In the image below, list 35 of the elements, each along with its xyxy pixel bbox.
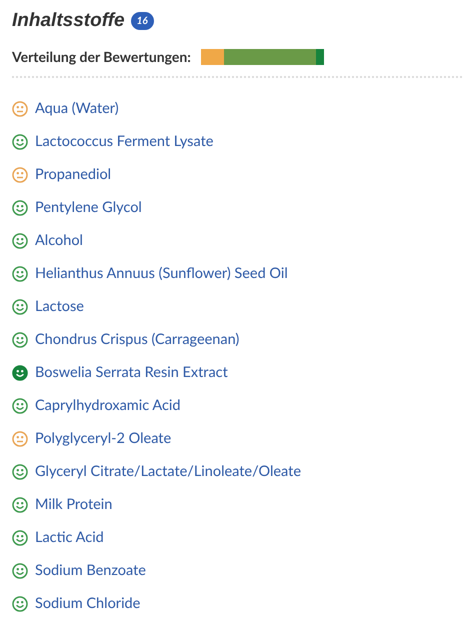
smiley-icon: [12, 398, 28, 414]
ingredient-link[interactable]: Lactose: [35, 298, 84, 315]
smiley-icon: [12, 496, 28, 512]
ingredient-link[interactable]: Lactococcus Ferment Lysate: [35, 133, 214, 150]
ingredient-link[interactable]: Boswelia Serrata Resin Extract: [35, 364, 228, 381]
smiley-icon: [12, 134, 28, 150]
smiley-icon: [12, 464, 28, 480]
smiley-icon: [12, 332, 28, 348]
smiley-icon: [12, 232, 28, 248]
ingredient-link[interactable]: Aqua (Water): [35, 100, 119, 117]
neutral-face-icon: [12, 100, 28, 116]
ingredient-link[interactable]: Polyglyceryl-2 Oleate: [35, 430, 172, 447]
smiley-icon: [12, 364, 28, 380]
neutral-face-icon: [12, 430, 28, 446]
smiley-icon: [12, 298, 28, 314]
smiley-icon: [12, 596, 28, 612]
ingredient-link[interactable]: Caprylhydroxamic Acid: [35, 397, 181, 414]
smiley-icon: [12, 266, 28, 282]
ingredient-link[interactable]: Lactic Acid: [35, 529, 104, 546]
section-title: Inhaltsstoffe: [12, 10, 125, 32]
ingredient-link[interactable]: Sodium Benzoate: [35, 562, 146, 579]
neutral-face-icon: [12, 166, 28, 182]
distribution-label: Verteilung der Bewertungen:: [12, 48, 191, 65]
smiley-icon: [12, 530, 28, 546]
ingredient-link[interactable]: Chondrus Crispus (Carrageenan): [35, 331, 240, 348]
ingredient-link[interactable]: Pentylene Glycol: [35, 199, 142, 216]
smiley-icon: [12, 200, 28, 216]
ingredient-link[interactable]: Alcohol: [35, 232, 83, 249]
ingredient-link[interactable]: Propanediol: [35, 166, 112, 183]
ingredient-link[interactable]: Sodium Chloride: [35, 595, 140, 612]
ingredient-link[interactable]: Helianthus Annuus (Sunflower) Seed Oil: [35, 265, 288, 282]
count-badge: 16: [130, 12, 154, 30]
ingredient-link[interactable]: Milk Protein: [35, 496, 112, 513]
smiley-icon: [12, 562, 28, 578]
ingredient-link[interactable]: Glyceryl Citrate/Lactate/Linoleate/Oleate: [35, 463, 301, 480]
